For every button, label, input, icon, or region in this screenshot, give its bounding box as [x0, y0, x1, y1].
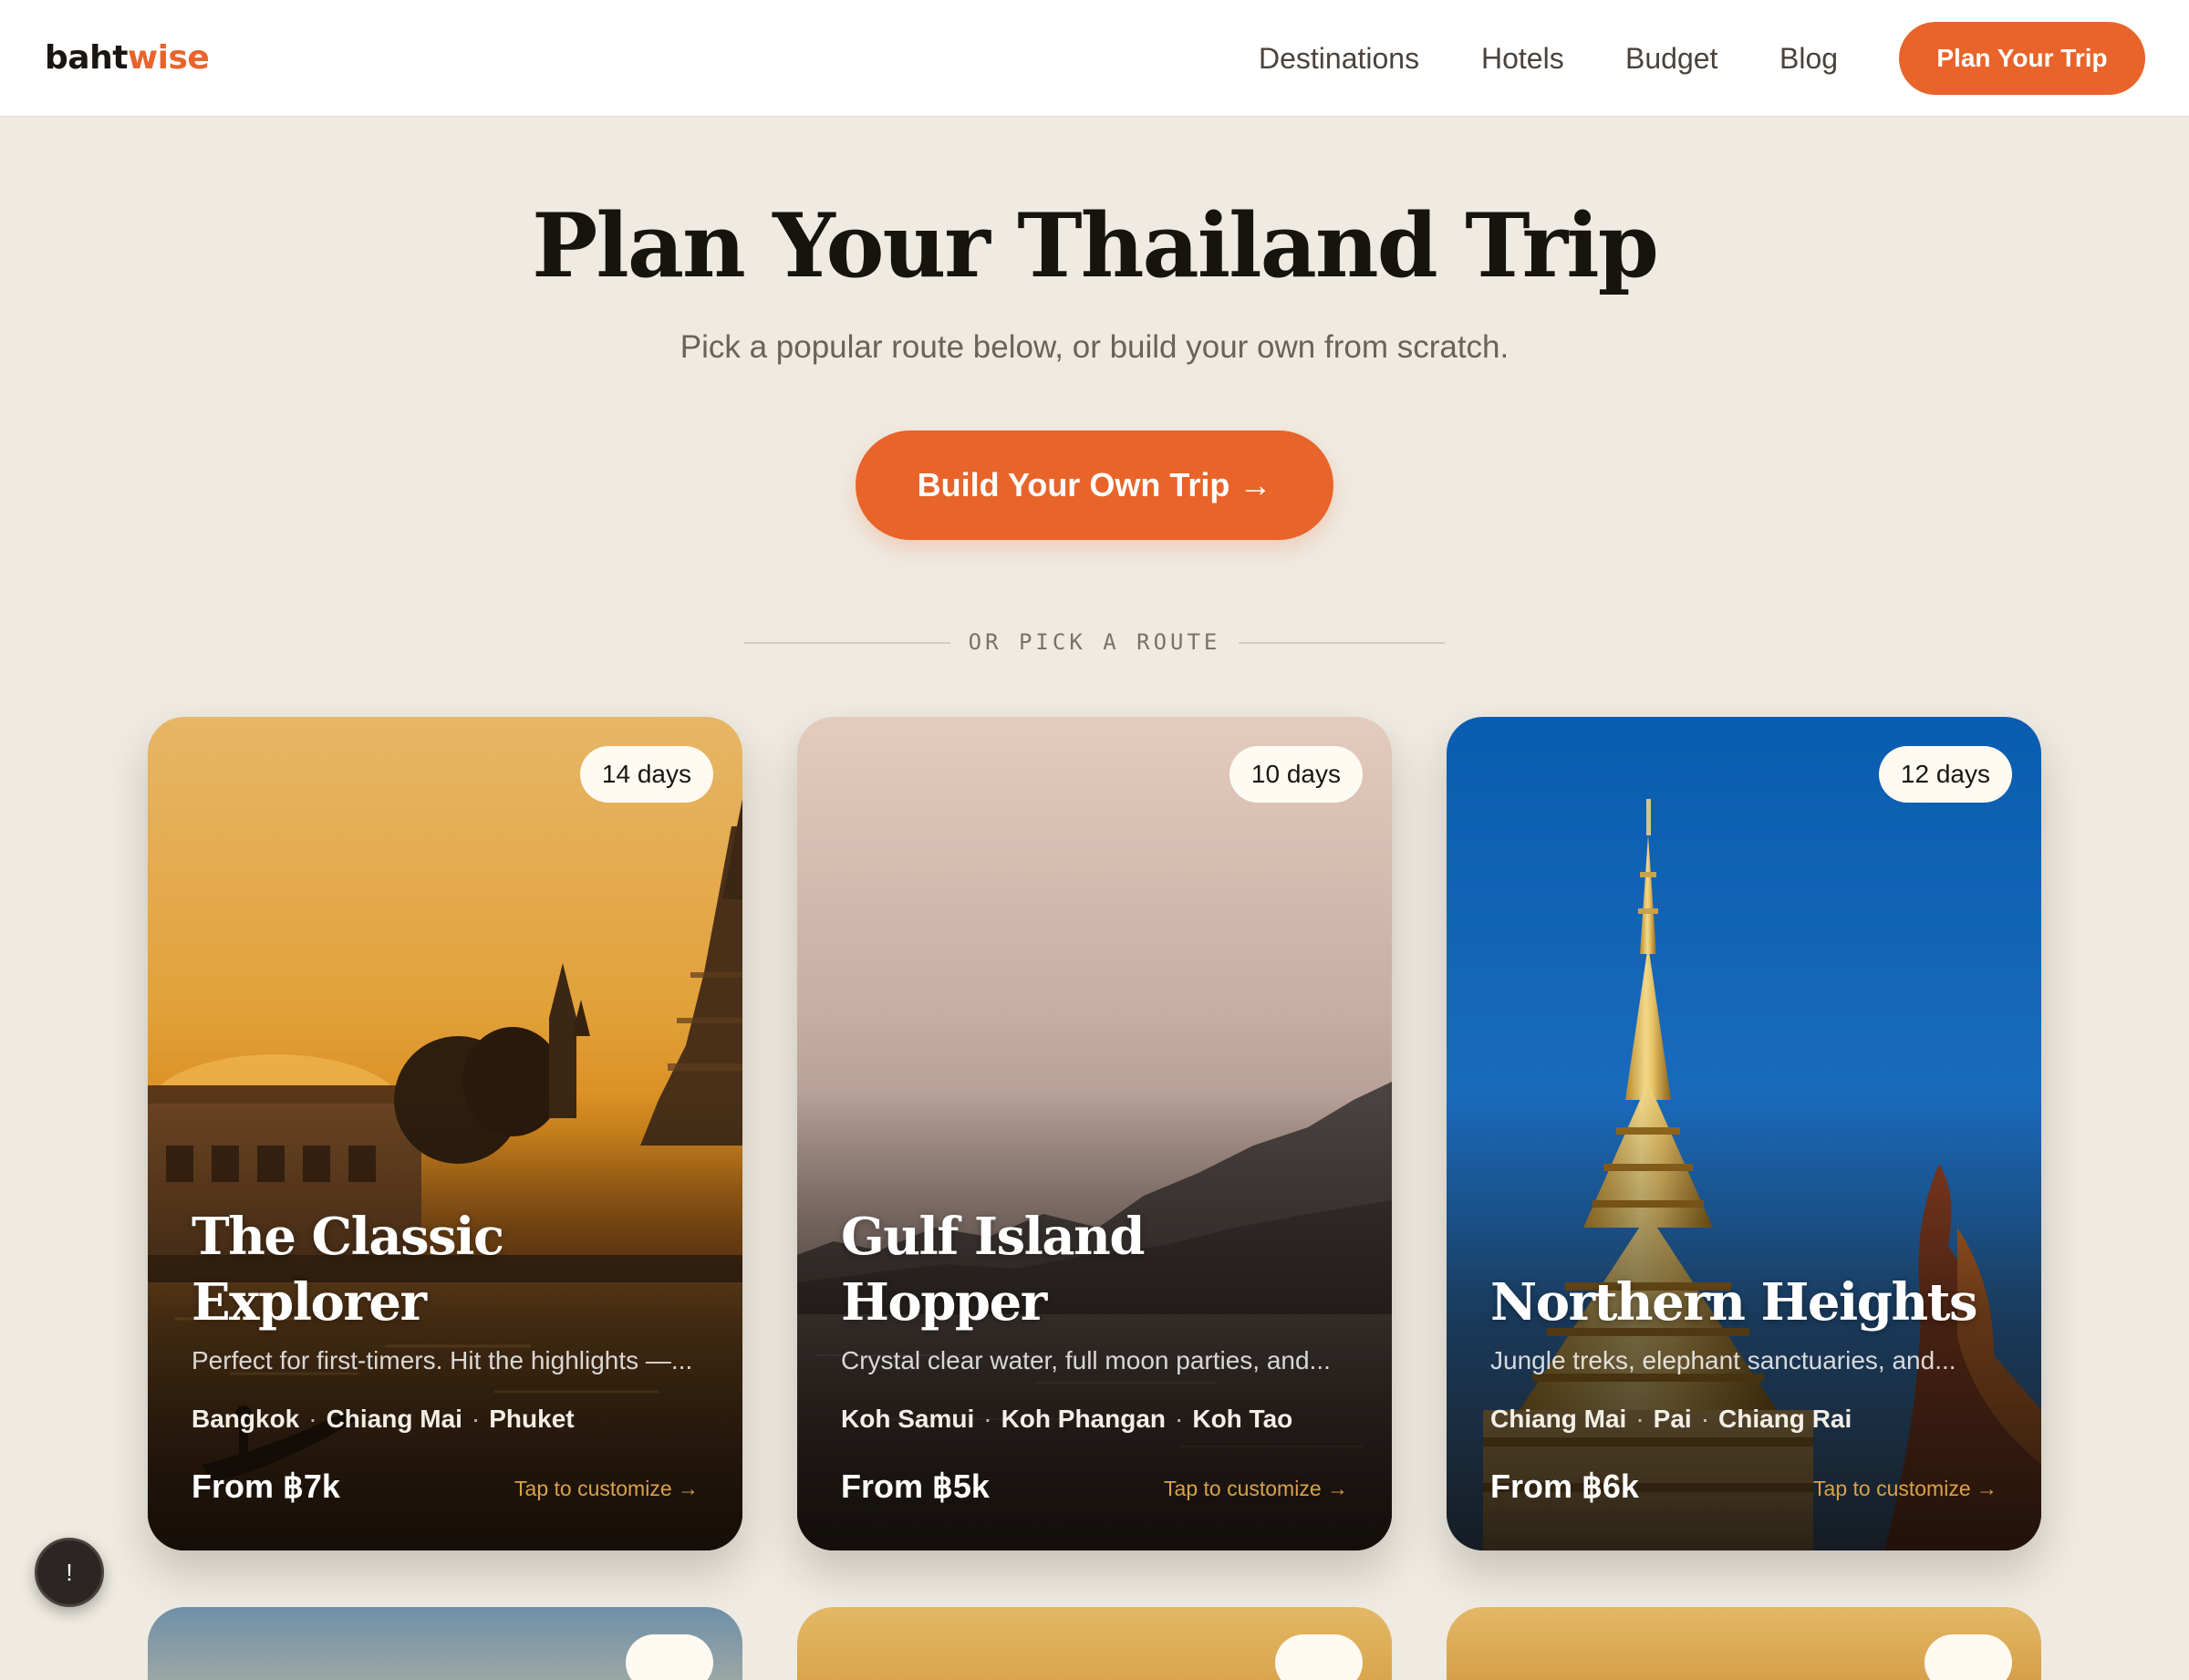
- page-title: Plan Your Thailand Trip: [532, 194, 1659, 297]
- separator-dot-icon: ·: [308, 1405, 317, 1433]
- separator-dot-icon: ·: [1700, 1405, 1710, 1433]
- route-card-peek[interactable]: [797, 1607, 1392, 1680]
- nav-link-destinations[interactable]: Destinations: [1259, 36, 1419, 80]
- route-card-northern-heights[interactable]: 12 days Northern Heights Jungle treks, e…: [1447, 717, 2041, 1550]
- route-description: Crystal clear water, full moon parties, …: [841, 1346, 1331, 1374]
- route-divider: OR PICK A ROUTE: [744, 626, 1445, 659]
- route-title: Gulf Island Hopper: [841, 1207, 1146, 1333]
- route-description: Jungle treks, elephant sanctuaries, and.…: [1490, 1346, 1956, 1374]
- top-navigation: bahtwise Destinations Hotels Budget Blog…: [0, 0, 2189, 117]
- customize-link[interactable]: Tap to customize →: [1164, 1472, 1348, 1505]
- divider-label: OR PICK A ROUTE: [968, 629, 1221, 655]
- route-card-peek[interactable]: [1447, 1607, 2041, 1680]
- city-name: Phuket: [489, 1405, 575, 1433]
- city-name: Koh Phangan: [1001, 1405, 1167, 1433]
- route-price: From ฿5k: [841, 1467, 990, 1505]
- route-title: Northern Heights: [1490, 1272, 1978, 1333]
- route-cities: Koh Samui · Koh Phangan · Koh Tao: [841, 1401, 1292, 1437]
- route-card-peek[interactable]: [148, 1607, 742, 1680]
- city-name: Chiang Mai: [326, 1405, 462, 1433]
- page-subtitle: Pick a popular route below, or build you…: [680, 329, 1509, 365]
- route-price: From ฿7k: [192, 1467, 340, 1505]
- route-description: Perfect for first-timers. Hit the highli…: [192, 1346, 693, 1374]
- separator-dot-icon: ·: [1635, 1405, 1644, 1433]
- city-name: Pai: [1653, 1405, 1692, 1433]
- nav-link-budget[interactable]: Budget: [1625, 36, 1717, 80]
- city-name: Koh Tao: [1192, 1405, 1293, 1433]
- city-name: Chiang Rai: [1718, 1405, 1852, 1433]
- brand-name-part2: wise: [127, 39, 210, 77]
- separator-dot-icon: ·: [1175, 1405, 1184, 1433]
- route-title: The Classic Explorer: [192, 1207, 504, 1333]
- city-name: Bangkok: [192, 1405, 300, 1433]
- brand-logo[interactable]: bahtwise: [45, 36, 210, 80]
- duration-badge: 14 days: [579, 746, 713, 803]
- duration-badge: 10 days: [1229, 746, 1363, 803]
- plan-your-trip-button[interactable]: Plan Your Trip: [1899, 22, 2145, 95]
- duration-badge: 12 days: [1878, 746, 2012, 803]
- divider-line-left: [744, 642, 950, 644]
- route-card-classic-explorer[interactable]: 14 days The Classic Explorer Perfect for…: [148, 717, 742, 1550]
- route-price: From ฿6k: [1490, 1467, 1639, 1505]
- brand-name-part1: baht: [45, 39, 128, 77]
- customize-link[interactable]: Tap to customize →: [1813, 1472, 1997, 1505]
- city-name: Koh Samui: [841, 1405, 975, 1433]
- customize-link[interactable]: Tap to customize →: [514, 1472, 699, 1505]
- route-cities: Chiang Mai · Pai · Chiang Rai: [1490, 1401, 1852, 1437]
- chat-icon[interactable]: !: [35, 1538, 104, 1607]
- separator-dot-icon: ·: [471, 1405, 481, 1433]
- nav-link-hotels[interactable]: Hotels: [1481, 36, 1564, 80]
- route-card-gulf-island-hopper[interactable]: 10 days Gulf Island Hopper Crystal clear…: [797, 717, 1392, 1550]
- separator-dot-icon: ·: [983, 1405, 992, 1433]
- nav-link-blog[interactable]: Blog: [1779, 36, 1838, 80]
- build-own-trip-button[interactable]: Build Your Own Trip →: [856, 430, 1333, 540]
- divider-line-right: [1239, 642, 1445, 644]
- route-cities: Bangkok · Chiang Mai · Phuket: [192, 1401, 575, 1437]
- city-name: Chiang Mai: [1490, 1405, 1627, 1433]
